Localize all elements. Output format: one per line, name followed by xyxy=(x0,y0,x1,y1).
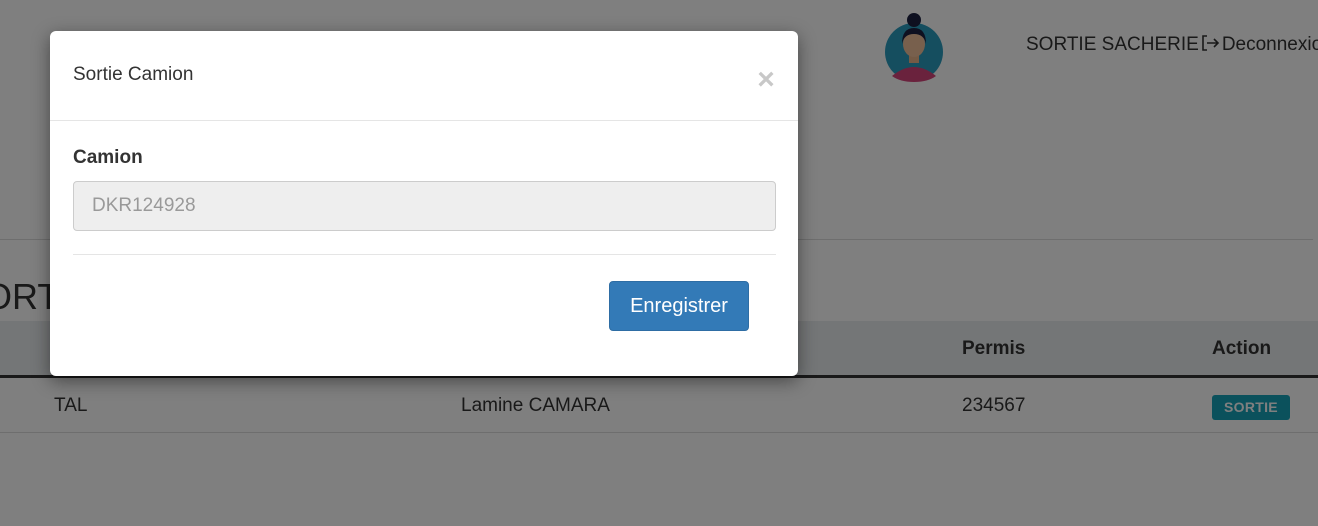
modal-divider xyxy=(73,254,776,255)
modal-header: Sortie Camion × xyxy=(50,31,798,121)
save-button[interactable]: Enregistrer xyxy=(609,281,749,331)
camion-input[interactable] xyxy=(73,181,776,231)
close-icon[interactable]: × xyxy=(754,65,778,95)
camion-label: Camion xyxy=(73,147,143,168)
modal-title: Sortie Camion xyxy=(73,64,194,85)
sortie-camion-modal: Sortie Camion × Camion Enregistrer xyxy=(50,31,798,376)
